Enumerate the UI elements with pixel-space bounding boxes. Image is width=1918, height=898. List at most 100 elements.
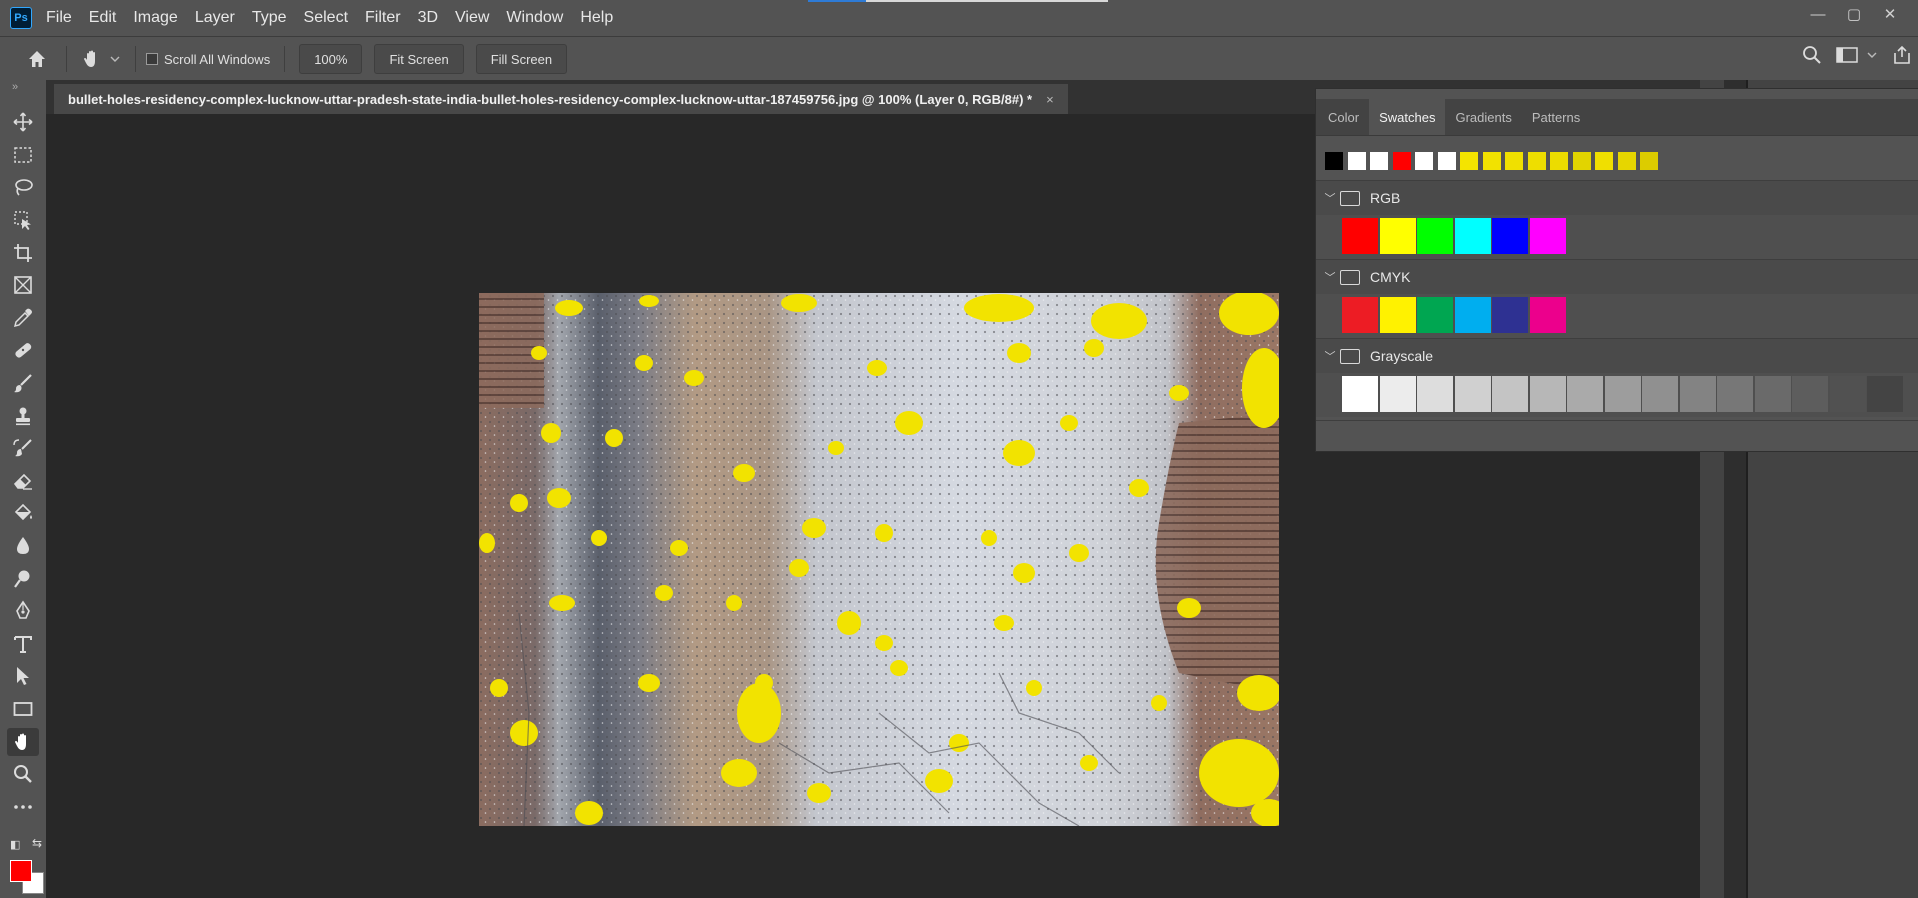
maximize-button[interactable]: ▢ <box>1836 3 1872 25</box>
swatch-group-rgb[interactable]: ﹀ RGB <box>1316 180 1918 215</box>
color-swatch[interactable] <box>1454 218 1491 254</box>
checkbox-box[interactable] <box>146 53 158 65</box>
color-swatch[interactable] <box>1379 297 1416 333</box>
rectangular-marquee-tool[interactable] <box>0 139 46 172</box>
color-swatch[interactable] <box>1529 297 1566 333</box>
color-swatch[interactable] <box>1867 376 1903 412</box>
blur-tool[interactable] <box>0 530 46 563</box>
color-swatch[interactable] <box>1342 218 1378 254</box>
menu-edit[interactable]: Edit <box>89 9 117 27</box>
menu-image[interactable]: Image <box>133 9 177 27</box>
color-swatch[interactable] <box>1642 376 1678 412</box>
share-button[interactable] <box>1892 45 1912 65</box>
recent-swatch[interactable] <box>1617 152 1636 170</box>
scroll-all-windows-checkbox[interactable]: Scroll All Windows <box>146 52 270 67</box>
color-swatch[interactable] <box>1829 376 1866 412</box>
color-swatch[interactable] <box>1529 218 1566 254</box>
swatch-group-cmyk[interactable]: ﹀ CMYK <box>1316 259 1918 294</box>
recent-swatch[interactable] <box>1572 152 1591 170</box>
document-tab[interactable]: bullet-holes-residency-complex-lucknow-u… <box>54 84 1068 114</box>
menu-select[interactable]: Select <box>304 9 348 27</box>
brush-tool[interactable] <box>0 367 46 400</box>
foreground-color-swatch[interactable] <box>10 860 32 882</box>
default-colors-icon[interactable]: ◧ <box>10 838 20 851</box>
move-tool[interactable] <box>0 106 46 139</box>
color-swatch[interactable] <box>1717 376 1753 412</box>
recent-swatch[interactable] <box>1392 152 1411 170</box>
menu-type[interactable]: Type <box>252 9 287 27</box>
color-swatch[interactable] <box>1379 376 1416 412</box>
zoom-tool[interactable] <box>0 758 46 791</box>
menu-view[interactable]: View <box>455 9 489 27</box>
close-button[interactable]: ✕ <box>1872 3 1908 25</box>
menu-help[interactable]: Help <box>580 9 613 27</box>
recent-swatch[interactable] <box>1595 152 1613 170</box>
spot-healing-tool[interactable] <box>0 334 46 367</box>
color-swatch[interactable] <box>1417 376 1453 412</box>
swatch-group-grayscale[interactable]: ﹀ Grayscale <box>1316 338 1918 373</box>
chevron-down-icon[interactable]: ﹀ <box>1320 348 1340 364</box>
close-tab-icon[interactable]: × <box>1046 92 1054 107</box>
color-swatch[interactable] <box>1567 376 1603 412</box>
tab-gradients[interactable]: Gradients <box>1445 99 1521 135</box>
recent-swatch[interactable] <box>1325 152 1343 170</box>
document-image[interactable] <box>479 293 1279 826</box>
color-swatch[interactable] <box>1342 376 1378 412</box>
dodge-tool[interactable] <box>0 562 46 595</box>
recent-swatch[interactable] <box>1640 152 1658 170</box>
color-swatch[interactable] <box>1604 376 1641 412</box>
menu-filter[interactable]: Filter <box>365 9 401 27</box>
fit-screen-button[interactable]: Fit Screen <box>374 44 464 74</box>
color-swatch[interactable] <box>1492 297 1528 333</box>
color-swatch[interactable] <box>1342 297 1378 333</box>
object-selection-tool[interactable] <box>0 204 46 237</box>
menu-file[interactable]: File <box>46 9 72 27</box>
color-swatch[interactable] <box>1529 376 1566 412</box>
tool-preset-picker[interactable] <box>81 48 121 70</box>
eyedropper-tool[interactable] <box>0 302 46 335</box>
home-button[interactable] <box>22 44 52 74</box>
recent-swatch[interactable] <box>1347 152 1366 170</box>
type-tool[interactable] <box>0 628 46 661</box>
color-swatch[interactable] <box>1417 218 1453 254</box>
search-button[interactable] <box>1802 45 1822 65</box>
minimize-button[interactable]: — <box>1800 3 1836 25</box>
eraser-tool[interactable] <box>0 465 46 498</box>
recent-swatch[interactable] <box>1437 152 1456 170</box>
chevron-down-icon[interactable]: ﹀ <box>1320 190 1340 206</box>
recent-swatch[interactable] <box>1460 152 1478 170</box>
more-tools[interactable] <box>0 790 46 823</box>
color-swatch[interactable] <box>1454 376 1491 412</box>
panel-collapse-icon[interactable]: » <box>0 80 46 96</box>
color-swatch[interactable] <box>1379 218 1416 254</box>
tab-swatches[interactable]: Swatches <box>1369 99 1446 135</box>
recent-swatch[interactable] <box>1527 152 1546 170</box>
swap-colors-icon[interactable]: ⇆ <box>32 836 42 850</box>
recent-swatch[interactable] <box>1550 152 1568 170</box>
color-swatch[interactable] <box>1417 297 1453 333</box>
color-swatch[interactable] <box>1492 218 1528 254</box>
menu-layer[interactable]: Layer <box>195 9 235 27</box>
menu-3d[interactable]: 3D <box>418 9 438 27</box>
tab-patterns[interactable]: Patterns <box>1522 99 1590 135</box>
path-selection-tool[interactable] <box>0 660 46 693</box>
hand-tool[interactable] <box>0 725 46 758</box>
color-swatch[interactable] <box>1454 297 1491 333</box>
color-swatch[interactable] <box>1754 376 1791 412</box>
lasso-tool[interactable] <box>0 171 46 204</box>
recent-swatch[interactable] <box>1482 152 1501 170</box>
recent-swatch[interactable] <box>1415 152 1433 170</box>
menu-window[interactable]: Window <box>506 9 563 27</box>
crop-tool[interactable] <box>0 236 46 269</box>
tab-color[interactable]: Color <box>1318 99 1369 135</box>
color-swatch[interactable] <box>1679 376 1716 412</box>
paint-bucket-tool[interactable] <box>0 497 46 530</box>
recent-swatch[interactable] <box>1370 152 1388 170</box>
fill-screen-button[interactable]: Fill Screen <box>475 44 568 74</box>
workspace-button[interactable] <box>1836 46 1878 64</box>
frame-tool[interactable] <box>0 269 46 302</box>
clone-stamp-tool[interactable] <box>0 399 46 432</box>
zoom-percent-field[interactable]: 100% <box>299 44 363 74</box>
history-brush-tool[interactable] <box>0 432 46 465</box>
color-swatch[interactable] <box>1492 376 1528 412</box>
